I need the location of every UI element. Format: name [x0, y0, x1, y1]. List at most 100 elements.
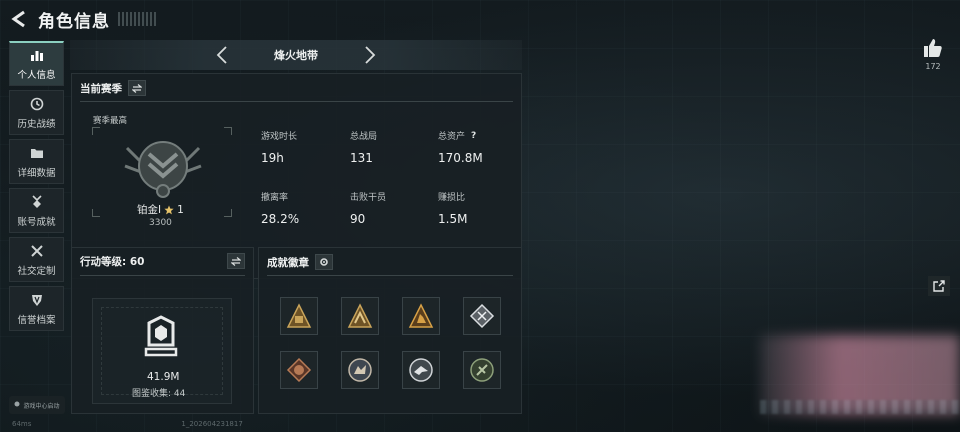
- badge-slot[interactable]: [463, 351, 501, 389]
- action-level-title: 行动等级: 60: [80, 256, 145, 268]
- achievement-badges-panel: 成就徽章: [258, 247, 522, 414]
- stat-label: 总战局: [350, 132, 378, 142]
- next-mode-button[interactable]: [360, 45, 380, 65]
- ping-readout: 64ms: [12, 420, 32, 428]
- badge-slot[interactable]: [341, 351, 379, 389]
- badge-slot[interactable]: [402, 351, 440, 389]
- camp-badge-icon: [286, 303, 312, 328]
- sidebar-item-details[interactable]: 详细数据: [9, 139, 64, 184]
- help-button[interactable]: ?: [471, 131, 476, 141]
- season-switch-button[interactable]: [128, 80, 146, 96]
- rocket-icon: [14, 401, 20, 410]
- stat-label: 总资产: [438, 132, 466, 142]
- prev-mode-button[interactable]: [212, 45, 232, 65]
- sidebar-item-label: 社交定制: [17, 265, 56, 277]
- share-button[interactable]: [928, 276, 950, 296]
- sidebar-item-label: 账号成就: [17, 216, 56, 228]
- header: 角色信息: [0, 0, 960, 38]
- frame-corner: [92, 127, 100, 135]
- sidebar-item-social[interactable]: 社交定制: [9, 237, 64, 282]
- collection-count: 图鉴收集: 44: [132, 389, 186, 399]
- game-center-label: 游戏中心启动: [23, 402, 60, 410]
- build-id: 1_202604231817: [181, 420, 243, 428]
- frame-corner: [224, 127, 232, 135]
- swap-icon: [132, 83, 142, 93]
- sidebar-item-label: 个人信息: [17, 70, 56, 81]
- stat-extraction-rate: 撤离率 28.2%: [261, 190, 299, 226]
- sidebar: 个人信息 历史战绩 详细数据 账号成就 社交定制 信誉档案: [9, 41, 64, 335]
- folder-icon: [29, 145, 45, 161]
- badges-settings-button[interactable]: [315, 254, 333, 270]
- sidebar-item-reputation[interactable]: 信誉档案: [9, 286, 64, 331]
- divider: [80, 101, 513, 102]
- action-switch-button[interactable]: [227, 253, 245, 269]
- stat-value: 170.8M: [438, 151, 483, 165]
- sidebar-item-history[interactable]: 历史战绩: [9, 90, 64, 135]
- game-center-badge[interactable]: 游戏中心启动: [9, 396, 65, 414]
- badge-slot[interactable]: [402, 297, 440, 335]
- sidebar-item-label: 信誉档案: [17, 314, 56, 326]
- collection-emblem-icon: [143, 315, 179, 363]
- back-arrow-icon: [11, 10, 25, 28]
- star-icon: [164, 205, 174, 214]
- frame-corner: [92, 209, 100, 217]
- thumbs-up-icon: [924, 39, 942, 57]
- tent-badge-icon: [347, 303, 373, 328]
- rank-score: 3300: [149, 218, 172, 228]
- tools-icon: [29, 243, 45, 259]
- frame-corner: [224, 209, 232, 217]
- stat-total-matches: 总战局 131: [350, 129, 377, 165]
- chevron-right-icon: [365, 46, 376, 64]
- header-decoration: [118, 12, 158, 26]
- collection-value: 41.9M: [147, 371, 180, 383]
- blurred-lights: [760, 400, 960, 414]
- share-icon: [933, 280, 945, 292]
- sidebar-item-achievements[interactable]: 账号成就: [9, 188, 64, 233]
- stat-playtime: 游戏时长 19h: [261, 129, 297, 165]
- swap-icon: [231, 256, 241, 266]
- badge-slot[interactable]: [280, 297, 318, 335]
- medal-icon: [29, 194, 45, 210]
- stat-operators-defeated: 击败干员 90: [350, 190, 386, 226]
- season-panel-title: 当前赛季: [80, 82, 122, 95]
- stat-value: 90: [350, 212, 366, 226]
- action-panel-header: 行动等级: 60: [80, 254, 144, 269]
- like-button[interactable]: 172: [922, 38, 944, 71]
- page-title: 角色信息: [38, 11, 110, 32]
- stat-label: 击败干员: [350, 193, 387, 203]
- divider: [267, 275, 513, 276]
- divider: [80, 275, 245, 276]
- stat-label-row: 总资产 ?: [438, 129, 483, 143]
- wolf-badge-icon: [348, 358, 372, 382]
- mode-title: 烽火地带: [274, 49, 318, 62]
- badges-panel-header: 成就徽章: [267, 254, 333, 270]
- stat-value: 131: [350, 151, 373, 165]
- history-icon: [29, 96, 45, 112]
- badge-slot[interactable]: [463, 297, 501, 335]
- tower-badge-icon: [408, 303, 434, 328]
- rank-title: 铂金I: [137, 204, 162, 216]
- gear-icon: [320, 258, 328, 266]
- shield-icon: [29, 292, 45, 308]
- beast-badge-icon: [286, 357, 312, 383]
- sidebar-item-profile[interactable]: 个人信息: [9, 41, 64, 86]
- like-count: 172: [925, 62, 941, 71]
- badge-slot[interactable]: [280, 351, 318, 389]
- badge-slot[interactable]: [341, 297, 379, 335]
- sidebar-item-label: 历史战绩: [17, 118, 56, 130]
- shard-badge-icon: [469, 303, 495, 329]
- tech-badge-icon: [470, 358, 494, 382]
- badge-grid: [280, 297, 501, 389]
- main-content: 烽火地带 当前赛季 赛季最高 铂金I 1 3300 游戏时长 19h 总战局 1…: [70, 40, 522, 416]
- rank-emblem-icon: [121, 136, 205, 204]
- chevron-left-icon: [216, 46, 227, 64]
- mode-switcher: 烽火地带: [70, 40, 522, 70]
- sidebar-item-label: 详细数据: [17, 167, 56, 179]
- action-level-panel: 行动等级: 60 41.9M 图鉴收集: 44: [71, 247, 254, 414]
- back-button[interactable]: [10, 9, 30, 29]
- raptor-badge-icon: [409, 358, 433, 382]
- stat-profit-loss: 赚损比 1.5M: [438, 190, 467, 226]
- season-panel-header: 当前赛季: [80, 80, 146, 96]
- stat-label: 游戏时长: [261, 132, 298, 142]
- stat-total-assets: 总资产 ? 170.8M: [438, 129, 483, 166]
